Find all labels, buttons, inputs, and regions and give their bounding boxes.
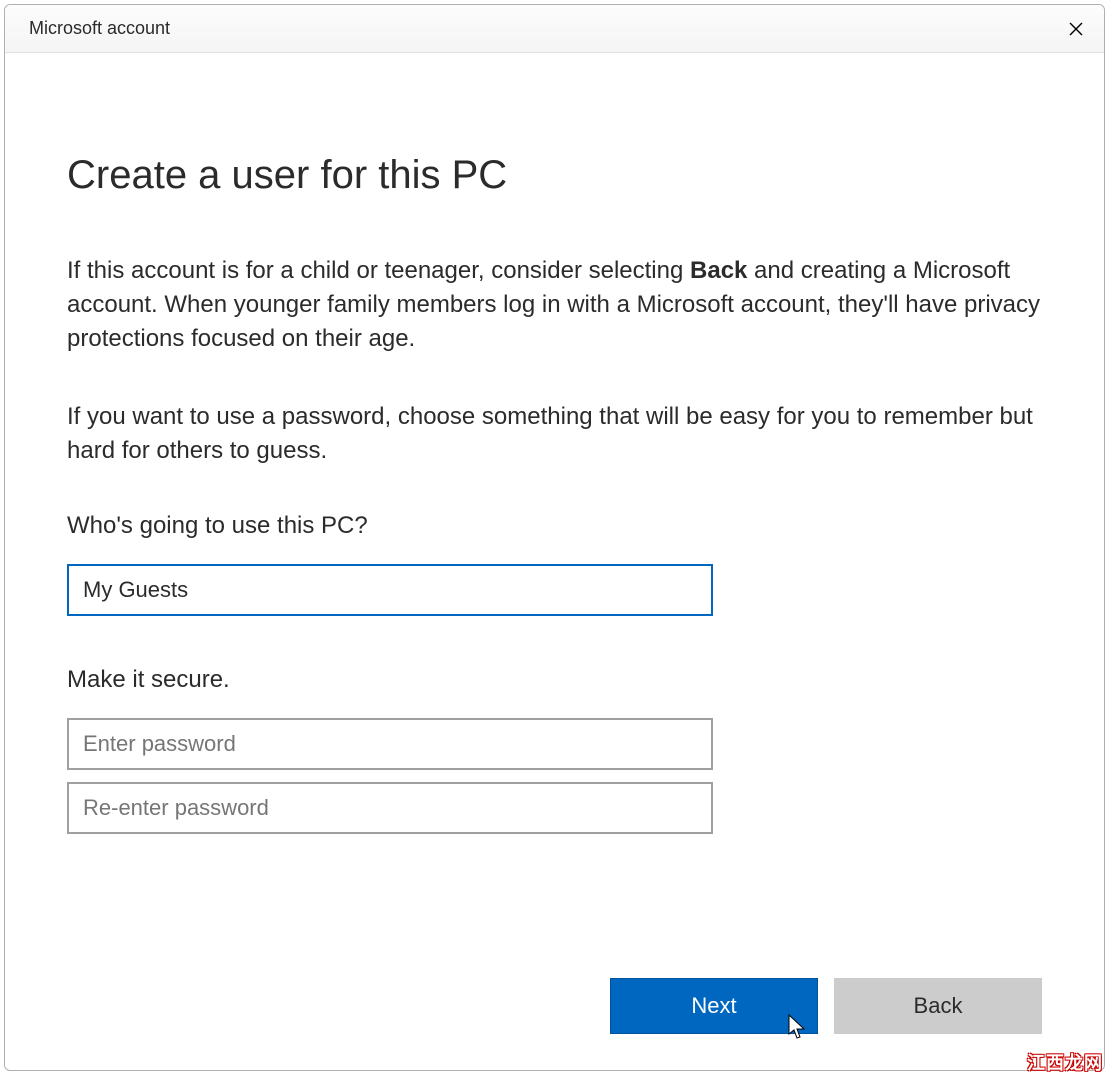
info-paragraph-1: If this account is for a child or teenag… [67,254,1042,356]
page-heading: Create a user for this PC [67,153,1042,198]
close-icon [1068,21,1084,37]
password-section-label: Make it secure. [67,666,1042,694]
info-paragraph-1-bold: Back [690,257,747,284]
titlebar: Microsoft account [5,5,1104,53]
back-button[interactable]: Back [834,978,1042,1034]
info-paragraph-2: If you want to use a password, choose so… [67,400,1042,468]
password-input[interactable] [67,718,713,770]
watermark: 江西龙网 [1027,1049,1103,1075]
password-group: Make it secure. [67,666,1042,846]
info-paragraph-1-prefix: If this account is for a child or teenag… [67,257,690,284]
close-button[interactable] [1048,5,1104,53]
username-input[interactable] [67,564,713,616]
button-bar: Next Back [610,978,1042,1034]
username-group: Who's going to use this PC? [67,512,1042,628]
window-title: Microsoft account [29,18,170,39]
content-area: Create a user for this PC If this accoun… [5,53,1104,1070]
next-button[interactable]: Next [610,978,818,1034]
username-label: Who's going to use this PC? [67,512,1042,540]
password-confirm-input[interactable] [67,782,713,834]
